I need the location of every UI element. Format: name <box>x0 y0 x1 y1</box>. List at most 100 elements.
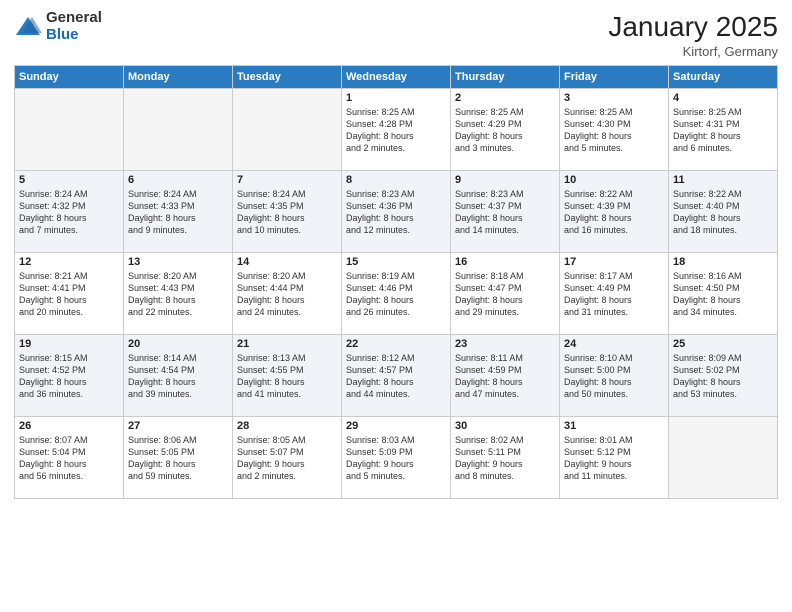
week-row-3: 19 Sunrise: 8:15 AM Sunset: 4:52 PM Dayli… <box>15 334 778 416</box>
logo-blue-text: Blue <box>46 27 102 44</box>
day-number: 11 <box>673 174 773 186</box>
day-number: 20 <box>128 338 228 350</box>
cell-info: Sunrise: 8:01 AM Sunset: 5:12 PM Dayligh… <box>564 434 664 483</box>
cell-3-2: 21Sunrise: 8:13 AM Sunset: 4:55 PM Dayli… <box>233 334 342 416</box>
cell-1-1: 6Sunrise: 8:24 AM Sunset: 4:33 PM Daylig… <box>124 170 233 252</box>
cell-3-3: 22Sunrise: 8:12 AM Sunset: 4:57 PM Dayli… <box>342 334 451 416</box>
header-row: Sunday Monday Tuesday Wednesday Thursday… <box>15 65 778 88</box>
day-number: 27 <box>128 420 228 432</box>
subtitle: Kirtorf, Germany <box>608 44 778 59</box>
day-number: 31 <box>564 420 664 432</box>
day-number: 10 <box>564 174 664 186</box>
col-wednesday: Wednesday <box>342 65 451 88</box>
cell-4-3: 29 Sunrise: 8:03 AM Sunset: 5:09 PM Dayli… <box>342 416 451 498</box>
cell-1-3: 8 Sunrise: 8:23 AM Sunset: 4:36 PM Daylig… <box>342 170 451 252</box>
logo: General Blue <box>14 10 102 43</box>
week-row-4: 26 Sunrise: 8:07 AM Sunset: 5:04 PM Dayli… <box>15 416 778 498</box>
day-number: 25 <box>673 338 773 350</box>
cell-info: Sunrise: 8:22 AM Sunset: 4:40 PM Dayligh… <box>673 188 773 237</box>
day-number: 19 <box>19 338 119 350</box>
col-monday: Monday <box>124 65 233 88</box>
day-number: 4 <box>673 92 773 104</box>
day-number: 16 <box>455 256 555 268</box>
cell-info: Sunrise: 8:06 AM Sunset: 5:05 PM Dayligh… <box>128 434 228 483</box>
cell-info: Sunrise: 8:09 AM Sunset: 5:02 PM Dayligh… <box>673 352 773 401</box>
day-number: 5 <box>19 174 119 186</box>
cell-0-5: 3 Sunrise: 8:25 AM Sunset: 4:30 PM Daylig… <box>560 88 669 170</box>
cell-2-2: 14 Sunrise: 8:20 AM Sunset: 4:44 PM Dayli… <box>233 252 342 334</box>
cell-info: Sunrise: 8:03 AM Sunset: 5:09 PM Dayligh… <box>346 434 446 483</box>
cell-0-6: 4 Sunrise: 8:25 AM Sunset: 4:31 PM Daylig… <box>669 88 778 170</box>
cell-0-3: 1 Sunrise: 8:25 AM Sunset: 4:28 PM Daylig… <box>342 88 451 170</box>
cell-2-0: 12Sunrise: 8:21 AM Sunset: 4:41 PM Dayli… <box>15 252 124 334</box>
header: General Blue January 2025 Kirtorf, Germa… <box>14 10 778 59</box>
cell-info: Sunrise: 8:17 AM Sunset: 4:49 PM Dayligh… <box>564 270 664 319</box>
col-friday: Friday <box>560 65 669 88</box>
cell-2-5: 17 Sunrise: 8:17 AM Sunset: 4:49 PM Dayli… <box>560 252 669 334</box>
cell-info: Sunrise: 8:24 AM Sunset: 4:33 PM Dayligh… <box>128 188 228 237</box>
day-number: 14 <box>237 256 337 268</box>
cell-3-6: 25 Sunrise: 8:09 AM Sunset: 5:02 PM Dayli… <box>669 334 778 416</box>
cell-info: Sunrise: 8:15 AM Sunset: 4:52 PM Dayligh… <box>19 352 119 401</box>
day-number: 18 <box>673 256 773 268</box>
day-number: 17 <box>564 256 664 268</box>
cell-1-5: 10 Sunrise: 8:22 AM Sunset: 4:39 PM Dayli… <box>560 170 669 252</box>
day-number: 28 <box>237 420 337 432</box>
cell-info: Sunrise: 8:07 AM Sunset: 5:04 PM Dayligh… <box>19 434 119 483</box>
col-saturday: Saturday <box>669 65 778 88</box>
cell-0-1 <box>124 88 233 170</box>
month-title: January 2025 <box>608 10 778 44</box>
day-number: 23 <box>455 338 555 350</box>
cell-info: Sunrise: 8:25 AM Sunset: 4:31 PM Dayligh… <box>673 106 773 155</box>
cell-3-1: 20 Sunrise: 8:14 AM Sunset: 4:54 PM Dayli… <box>124 334 233 416</box>
cell-info: Sunrise: 8:25 AM Sunset: 4:30 PM Dayligh… <box>564 106 664 155</box>
day-number: 30 <box>455 420 555 432</box>
cell-info: Sunrise: 8:05 AM Sunset: 5:07 PM Dayligh… <box>237 434 337 483</box>
cell-4-4: 30 Sunrise: 8:02 AM Sunset: 5:11 PM Dayli… <box>451 416 560 498</box>
week-row-0: 1 Sunrise: 8:25 AM Sunset: 4:28 PM Daylig… <box>15 88 778 170</box>
title-block: January 2025 Kirtorf, Germany <box>608 10 778 59</box>
day-number: 26 <box>19 420 119 432</box>
cell-4-2: 28 Sunrise: 8:05 AM Sunset: 5:07 PM Dayli… <box>233 416 342 498</box>
cell-3-5: 24Sunrise: 8:10 AM Sunset: 5:00 PM Dayli… <box>560 334 669 416</box>
day-number: 8 <box>346 174 446 186</box>
cell-4-6 <box>669 416 778 498</box>
col-sunday: Sunday <box>15 65 124 88</box>
day-number: 24 <box>564 338 664 350</box>
cell-info: Sunrise: 8:23 AM Sunset: 4:36 PM Dayligh… <box>346 188 446 237</box>
cell-2-1: 13Sunrise: 8:20 AM Sunset: 4:43 PM Dayli… <box>124 252 233 334</box>
cell-info: Sunrise: 8:16 AM Sunset: 4:50 PM Dayligh… <box>673 270 773 319</box>
col-thursday: Thursday <box>451 65 560 88</box>
cell-info: Sunrise: 8:20 AM Sunset: 4:43 PM Dayligh… <box>128 270 228 319</box>
logo-text: General Blue <box>46 10 102 43</box>
cell-info: Sunrise: 8:25 AM Sunset: 4:28 PM Dayligh… <box>346 106 446 155</box>
cell-info: Sunrise: 8:11 AM Sunset: 4:59 PM Dayligh… <box>455 352 555 401</box>
cell-0-4: 2Sunrise: 8:25 AM Sunset: 4:29 PM Daylig… <box>451 88 560 170</box>
cell-4-1: 27 Sunrise: 8:06 AM Sunset: 5:05 PM Dayli… <box>124 416 233 498</box>
day-number: 1 <box>346 92 446 104</box>
logo-general-text: General <box>46 10 102 27</box>
cell-info: Sunrise: 8:12 AM Sunset: 4:57 PM Dayligh… <box>346 352 446 401</box>
cell-3-0: 19 Sunrise: 8:15 AM Sunset: 4:52 PM Dayli… <box>15 334 124 416</box>
cell-4-5: 31 Sunrise: 8:01 AM Sunset: 5:12 PM Dayli… <box>560 416 669 498</box>
cell-2-4: 16Sunrise: 8:18 AM Sunset: 4:47 PM Dayli… <box>451 252 560 334</box>
day-number: 29 <box>346 420 446 432</box>
cell-2-6: 18 Sunrise: 8:16 AM Sunset: 4:50 PM Dayli… <box>669 252 778 334</box>
page: General Blue January 2025 Kirtorf, Germa… <box>0 0 792 612</box>
day-number: 15 <box>346 256 446 268</box>
cell-info: Sunrise: 8:24 AM Sunset: 4:32 PM Dayligh… <box>19 188 119 237</box>
day-number: 3 <box>564 92 664 104</box>
day-number: 9 <box>455 174 555 186</box>
week-row-2: 12Sunrise: 8:21 AM Sunset: 4:41 PM Dayli… <box>15 252 778 334</box>
cell-info: Sunrise: 8:19 AM Sunset: 4:46 PM Dayligh… <box>346 270 446 319</box>
cell-info: Sunrise: 8:22 AM Sunset: 4:39 PM Dayligh… <box>564 188 664 237</box>
cell-1-4: 9Sunrise: 8:23 AM Sunset: 4:37 PM Daylig… <box>451 170 560 252</box>
cell-info: Sunrise: 8:21 AM Sunset: 4:41 PM Dayligh… <box>19 270 119 319</box>
cell-info: Sunrise: 8:14 AM Sunset: 4:54 PM Dayligh… <box>128 352 228 401</box>
cell-info: Sunrise: 8:02 AM Sunset: 5:11 PM Dayligh… <box>455 434 555 483</box>
cell-2-3: 15 Sunrise: 8:19 AM Sunset: 4:46 PM Dayli… <box>342 252 451 334</box>
cell-3-4: 23 Sunrise: 8:11 AM Sunset: 4:59 PM Dayli… <box>451 334 560 416</box>
cell-info: Sunrise: 8:13 AM Sunset: 4:55 PM Dayligh… <box>237 352 337 401</box>
cell-info: Sunrise: 8:20 AM Sunset: 4:44 PM Dayligh… <box>237 270 337 319</box>
day-number: 7 <box>237 174 337 186</box>
